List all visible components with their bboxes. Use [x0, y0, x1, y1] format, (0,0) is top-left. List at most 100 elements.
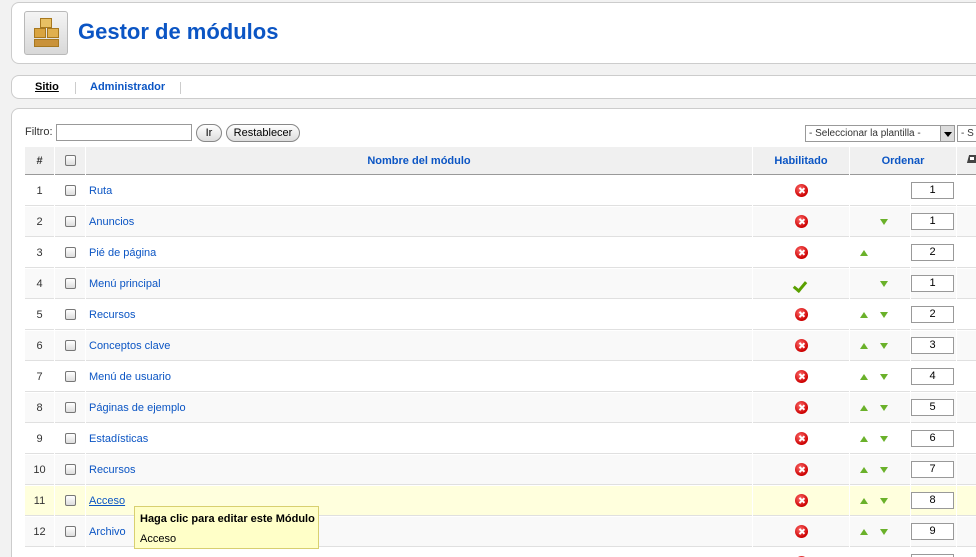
order-input[interactable]: 5	[911, 399, 954, 416]
reset-button[interactable]: Restablecer	[226, 124, 300, 142]
check-all-checkbox[interactable]	[64, 155, 76, 167]
row-checkbox[interactable]	[64, 495, 76, 507]
module-name-link[interactable]: Pié de página	[89, 247, 156, 259]
row-checkbox[interactable]	[64, 526, 76, 538]
order-input[interactable]: 8	[911, 492, 954, 509]
row-checkbox[interactable]	[64, 309, 76, 321]
header-name[interactable]: Nombre del módulo	[86, 147, 752, 175]
header-save-order[interactable]	[957, 147, 976, 175]
row-enabled-cell[interactable]	[753, 207, 849, 237]
row-checkbox-cell[interactable]	[55, 517, 85, 547]
order-up-icon[interactable]	[860, 312, 868, 318]
row-checkbox-cell[interactable]	[55, 300, 85, 330]
row-checkbox-cell[interactable]	[55, 486, 85, 516]
header-order[interactable]: Ordenar	[850, 147, 956, 175]
module-name-link[interactable]: Menú de usuario	[89, 371, 171, 383]
row-enabled-cell[interactable]	[753, 238, 849, 268]
order-input[interactable]: 1	[911, 275, 954, 292]
order-down-icon[interactable]	[880, 467, 888, 473]
module-name-link[interactable]: Ruta	[89, 185, 112, 197]
row-checkbox-cell[interactable]	[55, 238, 85, 268]
disabled-x-icon[interactable]	[794, 246, 808, 259]
order-up-icon[interactable]	[860, 405, 868, 411]
disabled-x-icon[interactable]	[794, 494, 808, 507]
order-down-icon[interactable]	[880, 281, 888, 287]
disabled-x-icon[interactable]	[794, 463, 808, 476]
disabled-x-icon[interactable]	[794, 339, 808, 352]
order-down-icon[interactable]	[880, 219, 888, 225]
row-checkbox[interactable]	[64, 340, 76, 352]
order-up-icon[interactable]	[860, 250, 868, 256]
module-name-link[interactable]: Menú principal	[89, 278, 161, 290]
order-input[interactable]: 1	[911, 213, 954, 230]
row-enabled-cell[interactable]	[753, 424, 849, 454]
disabled-x-icon[interactable]	[794, 370, 808, 383]
order-input[interactable]: 4	[911, 368, 954, 385]
disabled-x-icon[interactable]	[794, 308, 808, 321]
filter-input[interactable]	[56, 124, 192, 141]
row-checkbox[interactable]	[64, 464, 76, 476]
row-checkbox[interactable]	[64, 247, 76, 259]
row-enabled-cell[interactable]	[753, 176, 849, 206]
row-enabled-cell[interactable]	[753, 486, 849, 516]
order-down-icon[interactable]	[880, 498, 888, 504]
save-order-icon[interactable]	[967, 153, 976, 165]
module-name-link[interactable]: Recursos	[89, 309, 135, 321]
row-checkbox[interactable]	[64, 433, 76, 445]
row-checkbox[interactable]	[64, 216, 76, 228]
template-select[interactable]: - Seleccionar la plantilla -	[805, 125, 955, 142]
order-up-icon[interactable]	[860, 467, 868, 473]
row-enabled-cell[interactable]	[753, 455, 849, 485]
order-down-icon[interactable]	[880, 374, 888, 380]
row-enabled-cell[interactable]	[753, 362, 849, 392]
module-name-link[interactable]: Páginas de ejemplo	[89, 402, 186, 414]
row-checkbox-cell[interactable]	[55, 269, 85, 299]
order-up-icon[interactable]	[860, 343, 868, 349]
header-checkall[interactable]	[55, 147, 85, 175]
go-button[interactable]: Ir	[196, 124, 222, 142]
row-enabled-cell[interactable]	[753, 517, 849, 547]
row-enabled-cell[interactable]	[753, 548, 849, 557]
disabled-x-icon[interactable]	[794, 184, 808, 197]
order-down-icon[interactable]	[880, 312, 888, 318]
order-up-icon[interactable]	[860, 498, 868, 504]
row-checkbox-cell[interactable]	[55, 548, 85, 557]
disabled-x-icon[interactable]	[794, 215, 808, 228]
row-enabled-cell[interactable]	[753, 393, 849, 423]
row-checkbox[interactable]	[64, 278, 76, 290]
position-select[interactable]: - S	[957, 125, 976, 142]
order-down-icon[interactable]	[880, 529, 888, 535]
module-name-link[interactable]: Recursos	[89, 464, 135, 476]
row-checkbox-cell[interactable]	[55, 362, 85, 392]
module-name-link[interactable]: Conceptos clave	[89, 340, 170, 352]
order-down-icon[interactable]	[880, 436, 888, 442]
row-checkbox-cell[interactable]	[55, 207, 85, 237]
row-enabled-cell[interactable]	[753, 269, 849, 299]
module-name-link[interactable]: Estadísticas	[89, 433, 148, 445]
row-checkbox-cell[interactable]	[55, 424, 85, 454]
enabled-check-icon[interactable]	[794, 278, 808, 290]
module-name-link[interactable]: Archivo	[89, 526, 126, 538]
disabled-x-icon[interactable]	[794, 401, 808, 414]
order-input[interactable]: 1	[911, 182, 954, 199]
order-input[interactable]: 7	[911, 461, 954, 478]
module-name-link[interactable]: Anuncios	[89, 216, 134, 228]
order-down-icon[interactable]	[880, 405, 888, 411]
row-enabled-cell[interactable]	[753, 331, 849, 361]
row-checkbox-cell[interactable]	[55, 455, 85, 485]
order-input[interactable]: 9	[911, 523, 954, 540]
order-input[interactable]: 3	[911, 337, 954, 354]
row-checkbox[interactable]	[64, 402, 76, 414]
disabled-x-icon[interactable]	[794, 525, 808, 538]
order-up-icon[interactable]	[860, 374, 868, 380]
module-name-link[interactable]: Acceso	[89, 495, 125, 507]
row-enabled-cell[interactable]	[753, 300, 849, 330]
order-up-icon[interactable]	[860, 529, 868, 535]
row-checkbox-cell[interactable]	[55, 393, 85, 423]
order-input[interactable]: 2	[911, 244, 954, 261]
row-checkbox[interactable]	[64, 185, 76, 197]
tab-administrador[interactable]: Administrador	[90, 81, 165, 93]
row-checkbox-cell[interactable]	[55, 176, 85, 206]
header-enabled[interactable]: Habilitado	[753, 147, 849, 175]
row-checkbox[interactable]	[64, 371, 76, 383]
